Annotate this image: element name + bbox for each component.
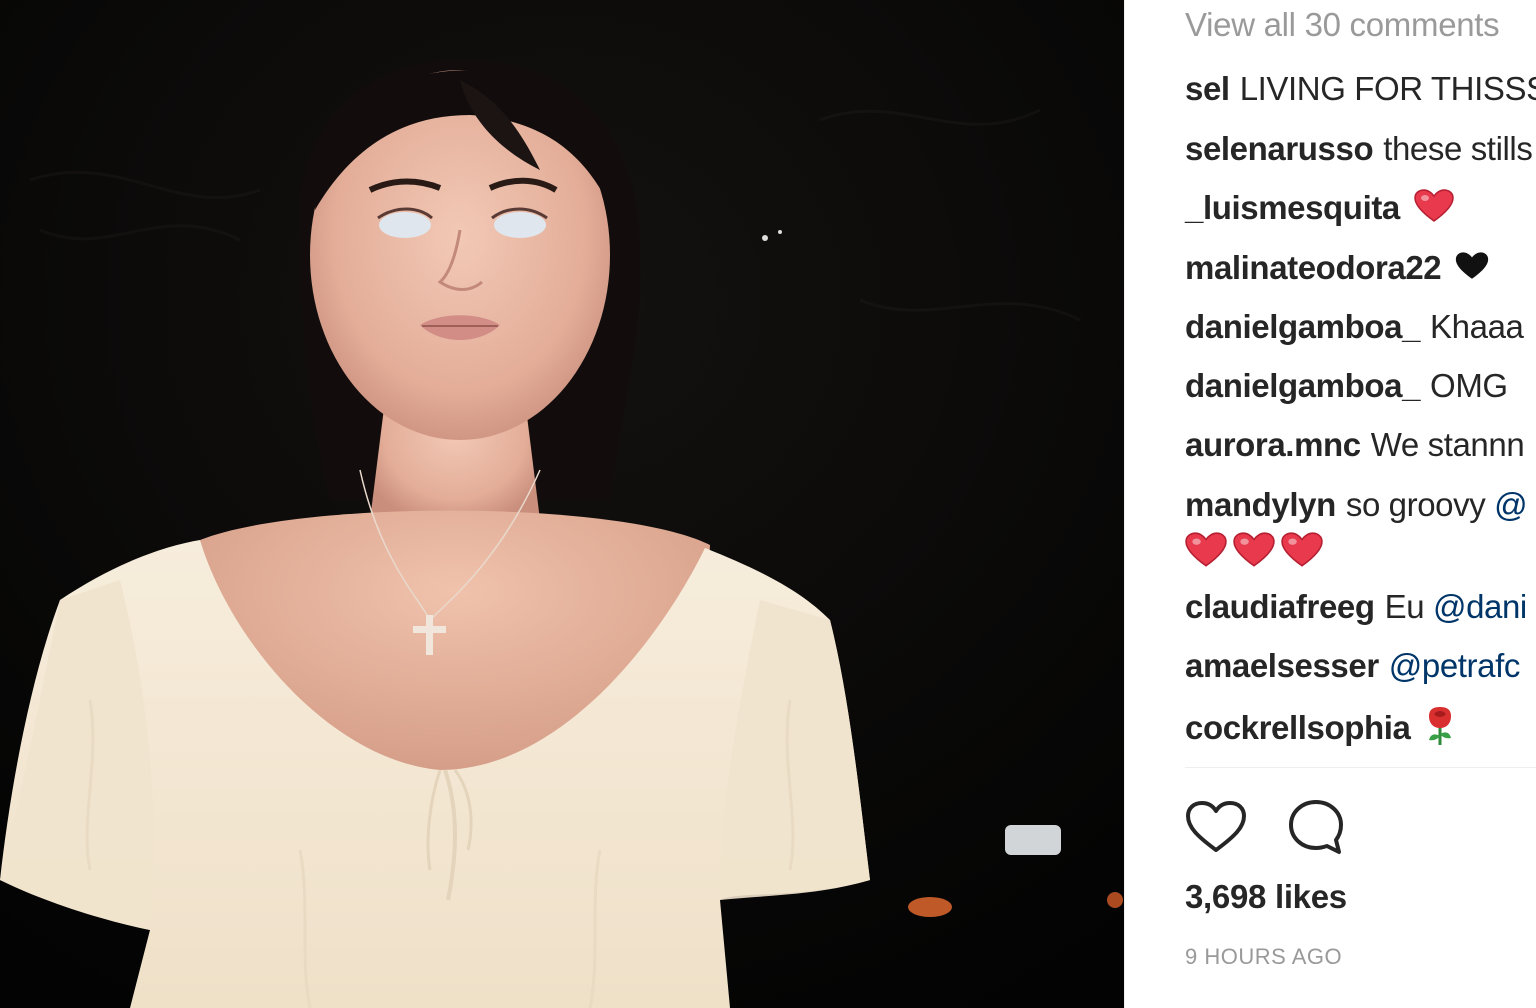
comment-text: OMG bbox=[1430, 367, 1508, 404]
comment-username[interactable]: danielgamboa_ bbox=[1185, 367, 1420, 404]
comment-username[interactable]: aurora.mnc bbox=[1185, 426, 1361, 463]
comment-bubble-icon[interactable] bbox=[1287, 798, 1345, 861]
comment-item: malinateodora22 bbox=[1185, 249, 1489, 289]
comment-text: Khaaa bbox=[1430, 308, 1524, 345]
red-heart-emoji-icon bbox=[1185, 532, 1227, 567]
post-photo[interactable] bbox=[0, 0, 1124, 1008]
comment-username[interactable]: malinateodora22 bbox=[1185, 249, 1442, 286]
comment-emoji-row bbox=[1185, 532, 1323, 568]
comments-panel: View all 30 comments sel LIVING FOR THISS… bbox=[1125, 0, 1536, 1008]
comment-text: We stannn bbox=[1370, 426, 1525, 463]
black-heart-emoji-icon bbox=[1455, 251, 1489, 289]
comment-item: mandylyn so groovy @ bbox=[1185, 486, 1528, 524]
comment-text: Eu bbox=[1384, 588, 1425, 625]
comment-item: cockrellsophia bbox=[1185, 706, 1455, 754]
photo-illustration bbox=[0, 0, 1124, 1008]
comment-item: danielgamboa_ Khaaa bbox=[1185, 308, 1524, 346]
comment-username[interactable]: mandylyn bbox=[1185, 486, 1336, 523]
comment-item: selenarusso these stills bbox=[1185, 130, 1533, 168]
comment-text: LIVING FOR THISSS bbox=[1239, 70, 1536, 107]
red-heart-emoji-icon bbox=[1281, 532, 1323, 567]
comment-username[interactable]: cockrellsophia bbox=[1185, 709, 1411, 746]
post-timestamp: 9 HOURS AGO bbox=[1185, 944, 1343, 969]
comment-item: claudiafreeg Eu @dani bbox=[1185, 588, 1527, 626]
comment-item: amaelsesser @petrafc bbox=[1185, 647, 1520, 685]
comment-username[interactable]: _luismesquita bbox=[1185, 189, 1400, 226]
comment-mention[interactable]: @petrafc bbox=[1389, 647, 1521, 684]
comment-username[interactable]: danielgamboa_ bbox=[1185, 308, 1420, 345]
comment-item: danielgamboa_ OMG bbox=[1185, 367, 1508, 405]
comment-username[interactable]: selenarusso bbox=[1185, 130, 1374, 167]
comment-mention[interactable]: @ bbox=[1494, 486, 1528, 523]
comment-username[interactable]: sel bbox=[1185, 70, 1230, 107]
comment-text: so groovy bbox=[1345, 486, 1486, 523]
comment-item: aurora.mnc We stannn bbox=[1185, 426, 1525, 464]
likes-count[interactable]: 3,698 likes bbox=[1185, 878, 1347, 916]
rose-emoji-icon bbox=[1425, 706, 1455, 754]
view-all-comments-link[interactable]: View all 30 comments bbox=[1185, 6, 1500, 44]
red-heart-emoji-icon bbox=[1233, 532, 1275, 567]
comment-username[interactable]: amaelsesser bbox=[1185, 647, 1379, 684]
actions-divider bbox=[1185, 767, 1536, 768]
comment-text: these stills bbox=[1383, 130, 1533, 167]
comment-username[interactable]: claudiafreeg bbox=[1185, 588, 1375, 625]
red-heart-emoji-icon bbox=[1414, 189, 1454, 231]
comment-item: sel LIVING FOR THISSS bbox=[1185, 70, 1536, 108]
comment-item: _luismesquita bbox=[1185, 189, 1454, 231]
comment-mention[interactable]: @dani bbox=[1433, 588, 1527, 625]
like-heart-icon[interactable] bbox=[1185, 800, 1247, 859]
